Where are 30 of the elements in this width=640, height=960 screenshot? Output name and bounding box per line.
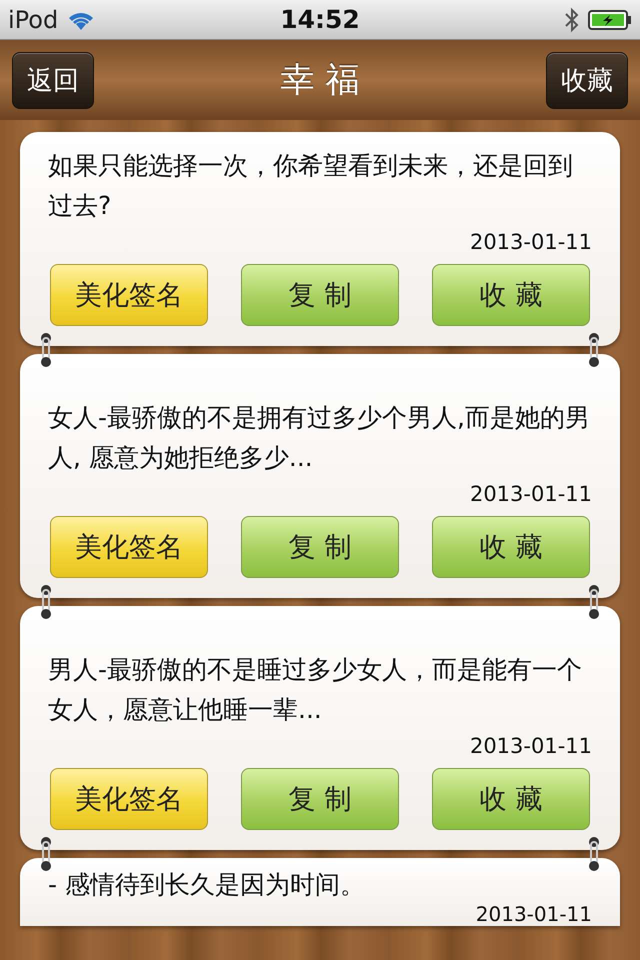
beautify-button[interactable]: 美化签名 (50, 516, 208, 578)
action-button[interactable]: 收 藏 (432, 516, 590, 578)
quote-date: 2013-01-11 (468, 230, 592, 254)
ring-icon (586, 332, 602, 368)
quote-text: 男人-最骄傲的不是睡过多少女人，而是能有一个女人，愿意让他睡一辈... (48, 654, 584, 726)
favorite-button[interactable]: 收藏 (546, 52, 628, 108)
ring-icon (586, 836, 602, 872)
ring-icon (38, 584, 54, 620)
status-time: 14:52 (280, 5, 360, 34)
nav-title: 幸 福 (280, 59, 360, 102)
action-button[interactable]: 复 制 (241, 768, 399, 830)
beautify-button[interactable]: 美化签名 (50, 768, 208, 830)
quote-text: 如果只能选择一次，你希望看到未来，还是回到过去? (48, 150, 574, 222)
ring-icon (38, 836, 54, 872)
quote-date: 2013-01-11 (468, 734, 592, 758)
quote-text: - 感情待到长久是因为时间。 (48, 869, 366, 901)
action-button[interactable]: 复 制 (241, 516, 399, 578)
action-button[interactable]: 收 藏 (432, 264, 590, 326)
quote-date: 2013-01-11 (468, 482, 592, 506)
quote-date: 2013-01-11 (474, 902, 592, 926)
back-button[interactable]: 返回 (12, 52, 94, 108)
ring-icon (38, 332, 54, 368)
battery-icon (588, 8, 632, 30)
bluetooth-icon (564, 6, 580, 32)
ring-icon (586, 584, 602, 620)
beautify-button[interactable]: 美化签名 (50, 264, 208, 326)
quote-text: 女人-最骄傲的不是拥有过多少个男人,而是她的男人, 愿意为她拒绝多少... (48, 402, 591, 474)
action-button[interactable]: 收 藏 (432, 768, 590, 830)
carrier-label: iPod (8, 6, 58, 34)
action-button[interactable]: 复 制 (241, 264, 399, 326)
